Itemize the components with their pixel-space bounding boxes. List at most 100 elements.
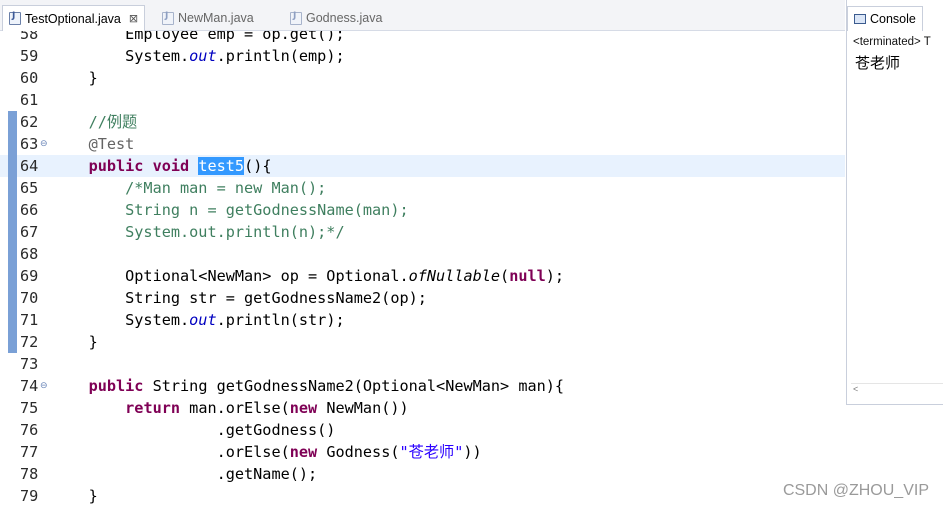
- console-icon: [854, 14, 866, 24]
- watermark: CSDN @ZHOU_VIP: [782, 482, 929, 499]
- line-number: 66: [20, 201, 39, 219]
- change-marker: [8, 287, 17, 309]
- code-token: out: [189, 311, 217, 329]
- java-file-icon: [290, 11, 302, 25]
- code-token: .getName();: [52, 465, 318, 483]
- code-line[interactable]: 72 }: [0, 331, 845, 353]
- code-line[interactable]: 64 public void test5(){: [0, 155, 845, 177]
- code-line[interactable]: 68: [0, 243, 845, 265]
- line-number: 77: [20, 443, 39, 461]
- line-number: 68: [20, 245, 39, 263]
- change-marker: [8, 177, 17, 199]
- fold-icon[interactable]: ⊖: [40, 375, 48, 397]
- code-line[interactable]: 61: [0, 89, 845, 111]
- tab-console[interactable]: Console: [847, 6, 923, 31]
- code-token: .getGodness(): [52, 421, 336, 439]
- code-line[interactable]: 73: [0, 353, 845, 375]
- code-text: .orElse(new Godness("苍老师")): [52, 441, 482, 463]
- code-line[interactable]: 60 }: [0, 67, 845, 89]
- console-scrollbar[interactable]: <: [851, 383, 943, 396]
- code-line[interactable]: 63 ⊖ @Test: [0, 133, 845, 155]
- console-status: <terminated> T: [853, 36, 931, 48]
- fold-icon[interactable]: ⊖: [40, 133, 48, 155]
- code-token: String str = getGodnessName2(op);: [52, 289, 427, 307]
- code-editor[interactable]: 58 Employee emp = op.get(); 59 System.out…: [0, 31, 845, 511]
- console-output[interactable]: 苍老师: [855, 52, 900, 73]
- code-line[interactable]: 76 .getGodness(): [0, 419, 845, 441]
- code-token: System.: [52, 47, 190, 65]
- tab-godness[interactable]: Godness.java: [284, 6, 388, 30]
- code-token: new: [289, 443, 318, 461]
- code-token: }: [52, 69, 98, 87]
- code-line[interactable]: 77 .orElse(new Godness("苍老师")): [0, 441, 845, 463]
- code-token: /*Man man = new Man();: [52, 179, 327, 197]
- line-number: 58: [20, 31, 39, 43]
- code-line[interactable]: 62 //例题: [0, 111, 845, 133]
- line-number: 78: [20, 465, 39, 483]
- tab-newman[interactable]: NewMan.java: [156, 6, 260, 30]
- code-line[interactable]: 78 .getName();: [0, 463, 845, 485]
- code-text: String str = getGodnessName2(op);: [52, 287, 427, 309]
- code-line[interactable]: 79 }: [0, 485, 845, 507]
- code-text: }: [52, 331, 98, 353]
- code-text: }: [52, 67, 98, 89]
- tab-label: NewMan.java: [178, 11, 254, 25]
- code-token: new: [289, 399, 318, 417]
- line-number: 65: [20, 179, 39, 197]
- code-token: )): [463, 443, 482, 461]
- code-token: .orElse(: [52, 443, 290, 461]
- change-marker: [8, 331, 17, 353]
- line-number: 76: [20, 421, 39, 439]
- code-text: .getName();: [52, 463, 318, 485]
- code-text: //例题: [52, 111, 138, 133]
- line-number: 71: [20, 311, 39, 329]
- line-number: 69: [20, 267, 39, 285]
- line-number: 61: [20, 91, 39, 109]
- code-token: .println(emp);: [216, 47, 345, 65]
- editor-tab-bar: TestOptional.java ⊠ NewMan.java Godness.…: [0, 0, 845, 31]
- console-view: Console <terminated> T 苍老师 <: [846, 0, 943, 405]
- java-file-icon: [9, 11, 21, 25]
- line-number: 64: [20, 157, 39, 175]
- change-marker: [8, 309, 17, 331]
- code-line[interactable]: 70 String str = getGodnessName2(op);: [0, 287, 845, 309]
- code-line[interactable]: 67 System.out.println(n);*/: [0, 221, 845, 243]
- code-line[interactable]: 65 /*Man man = new Man();: [0, 177, 845, 199]
- code-token: }: [52, 487, 98, 505]
- line-number: 67: [20, 223, 39, 241]
- code-text: public void test5(){: [52, 155, 272, 177]
- change-marker: [8, 265, 17, 287]
- line-number: 73: [20, 355, 39, 373]
- scroll-left-icon[interactable]: <: [853, 384, 858, 394]
- code-token: return: [125, 399, 181, 417]
- code-text: Employee emp = op.get();: [52, 31, 344, 45]
- code-line[interactable]: 69 Optional<NewMan> op = Optional.ofNull…: [0, 265, 845, 287]
- line-number: 79: [20, 487, 39, 505]
- code-token: "苍老师": [399, 443, 464, 461]
- code-line[interactable]: 71 System.out.println(str);: [0, 309, 845, 331]
- code-token: (){: [244, 157, 272, 175]
- line-number: 59: [20, 47, 39, 65]
- code-line[interactable]: 66 String n = getGodnessName(man);: [0, 199, 845, 221]
- code-token: }: [52, 333, 98, 351]
- code-line[interactable]: 59 System.out.println(emp);: [0, 45, 845, 67]
- code-line[interactable]: 75 return man.orElse(new NewMan()): [0, 397, 845, 419]
- code-token: @Test: [52, 135, 135, 153]
- close-icon[interactable]: ⊠: [129, 12, 138, 25]
- code-token: NewMan()): [317, 399, 409, 417]
- code-line[interactable]: 58 Employee emp = op.get();: [0, 31, 845, 45]
- code-text: System.out.println(n);*/: [52, 221, 344, 243]
- change-marker: [8, 221, 17, 243]
- code-token: Optional<NewMan> op = Optional.: [52, 267, 409, 285]
- code-line[interactable]: 74 ⊖ public String getGodnessName2(Option…: [0, 375, 845, 397]
- code-token: String n = getGodnessName(man);: [52, 201, 409, 219]
- tab-testoptional[interactable]: TestOptional.java ⊠: [2, 5, 146, 31]
- code-text: }: [52, 485, 98, 507]
- code-token: null: [509, 267, 546, 285]
- line-number: 75: [20, 399, 39, 417]
- change-marker: [8, 199, 17, 221]
